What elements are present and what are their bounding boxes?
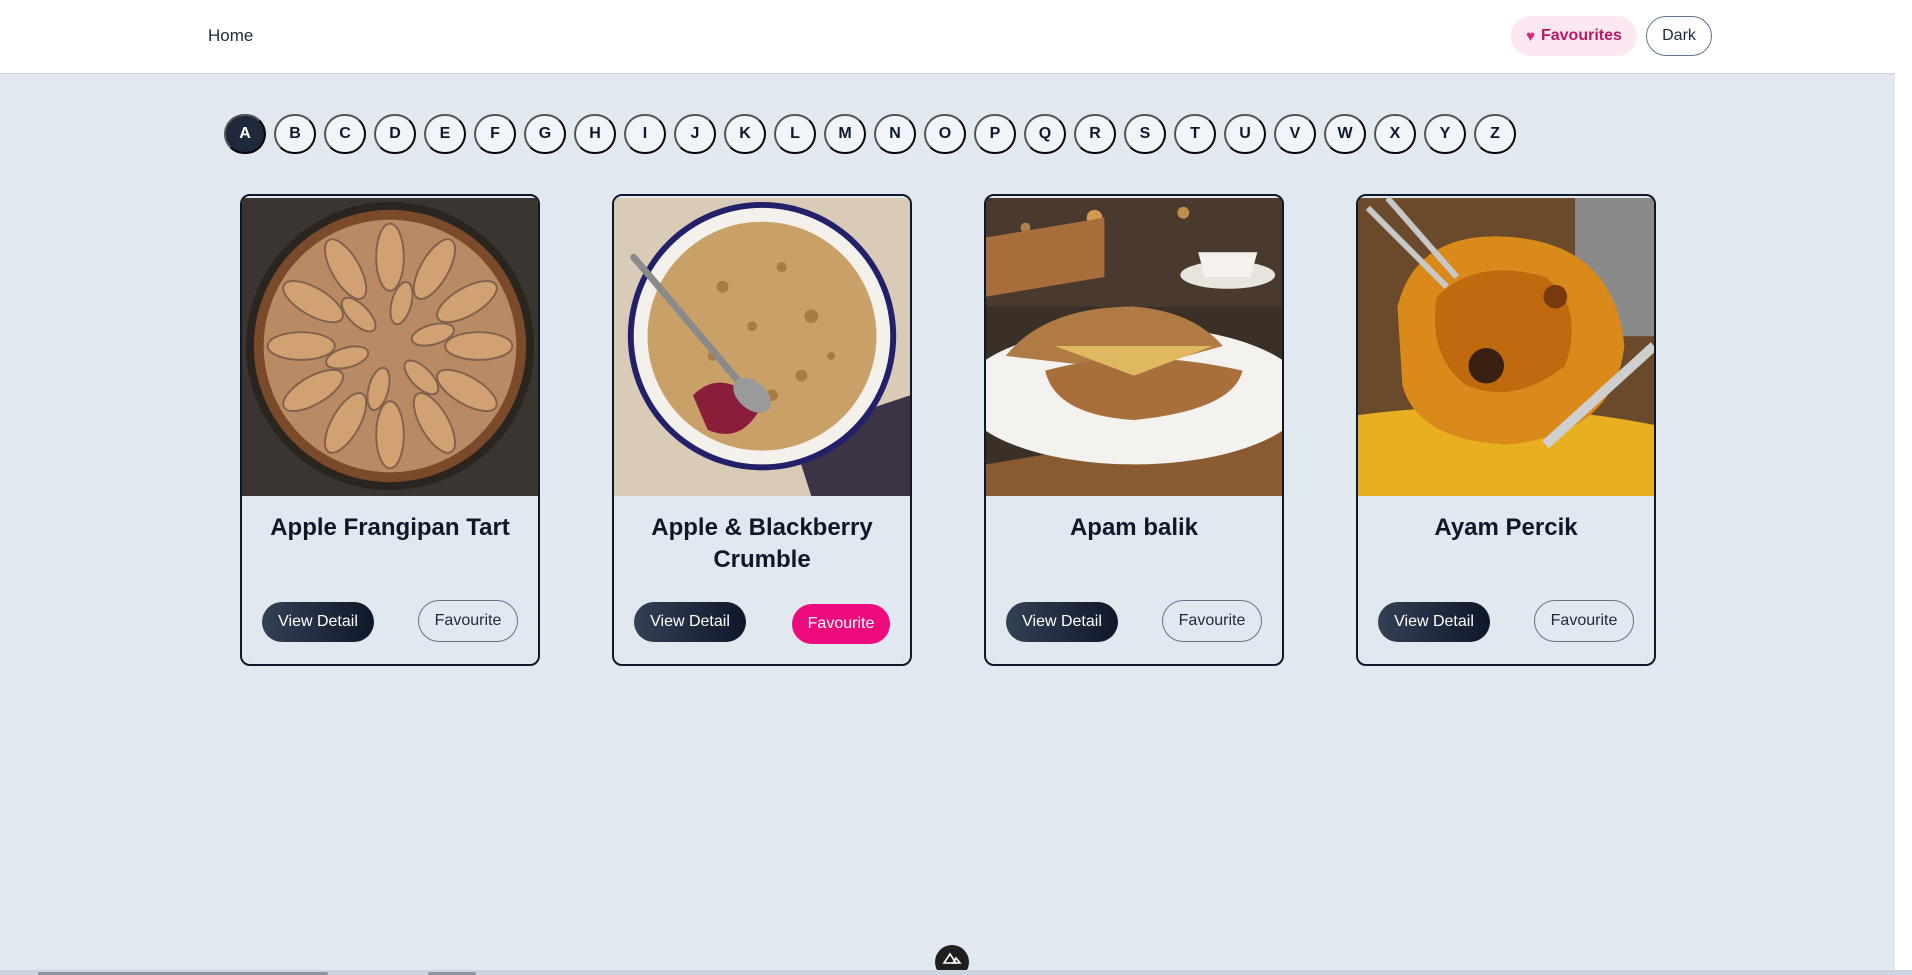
recipe-card: Apple & Blackberry Crumble View Detail F… [612,194,912,666]
recipe-card: Ayam Percik View Detail Favourite [1356,194,1656,666]
recipe-card: Apam balik View Detail Favourite [984,194,1284,666]
letter-button-k[interactable]: K [724,114,766,154]
favourite-button[interactable]: Favourite [1162,600,1262,642]
view-detail-button[interactable]: View Detail [262,602,374,642]
letter-button-e[interactable]: E [424,114,466,154]
letter-button-i[interactable]: I [624,114,666,154]
letter-button-y[interactable]: Y [1424,114,1466,154]
view-detail-button[interactable]: View Detail [1006,602,1118,642]
letter-button-q[interactable]: Q [1024,114,1066,154]
letter-filter: ABCDEFGHIJKLMNOPQRSTUVWXYZ [224,114,1516,154]
favourite-button[interactable]: Favourite [418,600,518,642]
recipe-image-tart [242,198,538,496]
letter-button-f[interactable]: F [474,114,516,154]
favourite-button[interactable]: Favourite [1534,600,1634,642]
letter-button-h[interactable]: H [574,114,616,154]
recipe-image-crumble [614,198,910,496]
letter-button-t[interactable]: T [1174,114,1216,154]
horizontal-scrollbar[interactable] [0,970,1912,975]
letter-button-p[interactable]: P [974,114,1016,154]
letter-button-j[interactable]: J [674,114,716,154]
letter-button-a[interactable]: A [224,114,266,154]
view-detail-button[interactable]: View Detail [1378,602,1490,642]
letter-button-s[interactable]: S [1124,114,1166,154]
favourite-button[interactable]: Favourite [792,604,890,644]
letter-button-g[interactable]: G [524,114,566,154]
nuxt-logo-icon [942,952,962,964]
letter-button-o[interactable]: O [924,114,966,154]
page: Home ♥ Favourites Dark ABCDEFGHIJKLMNOPQ… [0,0,1912,975]
letter-button-x[interactable]: X [1374,114,1416,154]
letter-button-v[interactable]: V [1274,114,1316,154]
view-detail-button[interactable]: View Detail [634,602,746,642]
recipe-title: Apam balik [1069,514,1199,541]
letter-button-u[interactable]: U [1224,114,1266,154]
recipe-image-apam [986,198,1282,496]
letter-button-m[interactable]: M [824,114,866,154]
favourites-nav-button[interactable]: ♥ Favourites [1511,16,1637,56]
dark-mode-toggle[interactable]: Dark [1646,16,1712,56]
recipe-card: Apple Frangipan Tart View Detail Favouri… [240,194,540,666]
recipe-title: Apple & Blackberry Crumble [651,514,873,573]
recipe-grid: Apple Frangipan Tart View Detail Favouri… [240,194,1656,666]
letter-button-l[interactable]: L [774,114,816,154]
recipe-image-ayam [1358,196,1654,496]
letter-button-r[interactable]: R [1074,114,1116,154]
window-edge [1895,0,1912,975]
letter-button-c[interactable]: C [324,114,366,154]
heart-icon: ♥ [1526,27,1535,45]
top-nav: Home ♥ Favourites Dark [0,0,1895,74]
letter-button-d[interactable]: D [374,114,416,154]
letter-button-w[interactable]: W [1324,114,1366,154]
letter-button-n[interactable]: N [874,114,916,154]
favourites-nav-label: Favourites [1540,27,1622,44]
letter-button-b[interactable]: B [274,114,316,154]
recipe-title: Ayam Percik [1434,514,1578,541]
home-link[interactable]: Home [208,26,253,46]
recipe-title: Apple Frangipan Tart [270,514,510,541]
letter-button-z[interactable]: Z [1474,114,1516,154]
